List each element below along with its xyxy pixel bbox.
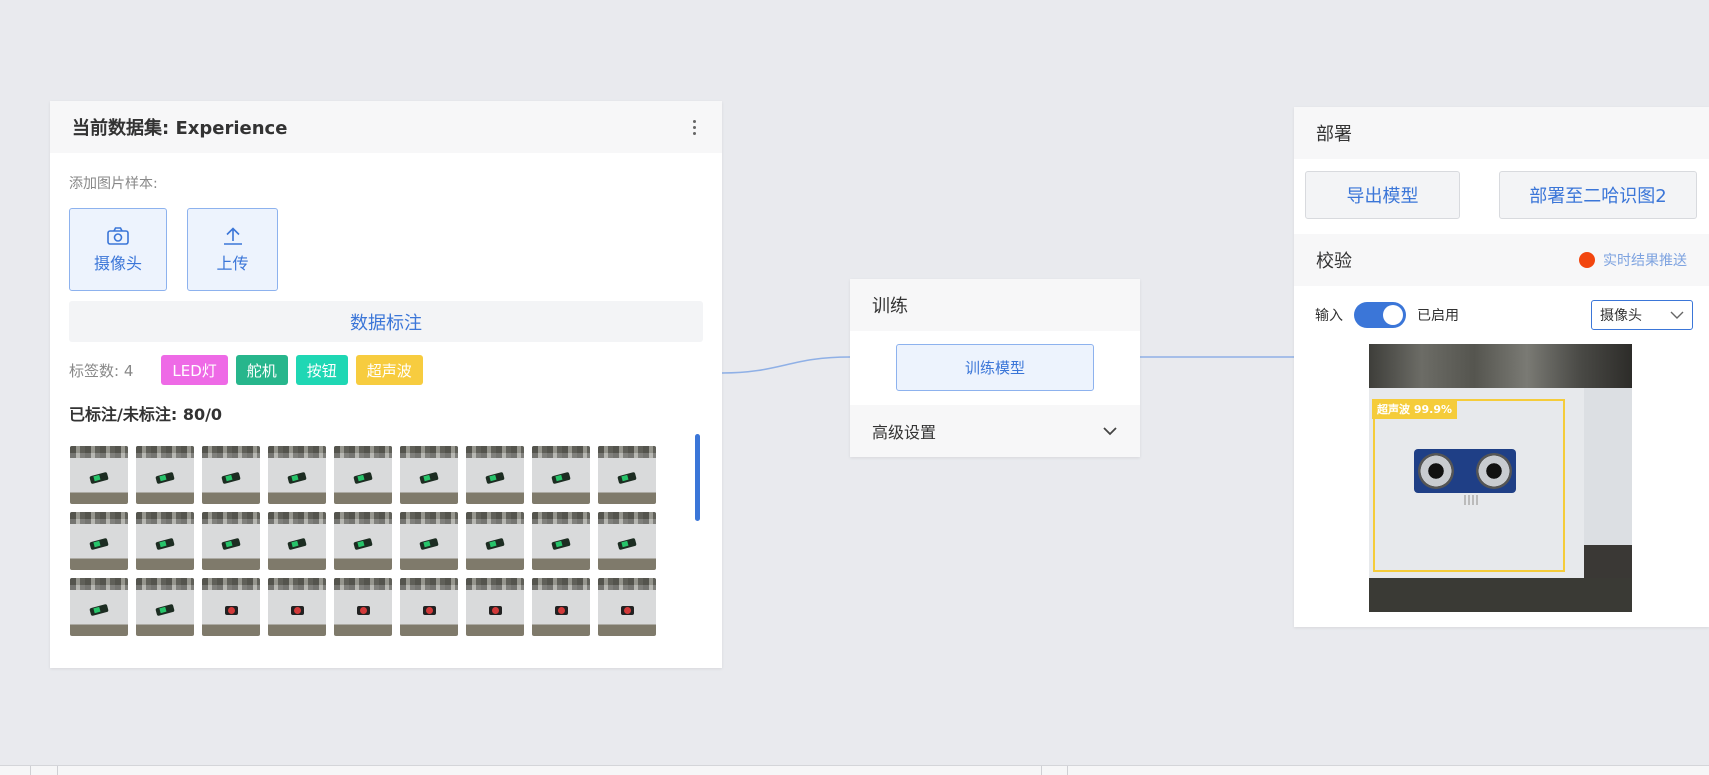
tag-servo[interactable]: 舵机 — [235, 355, 288, 385]
sample-thumbnail[interactable] — [136, 446, 194, 504]
sample-thumbnail[interactable] — [202, 446, 260, 504]
export-model-button[interactable]: 导出模型 — [1305, 171, 1460, 219]
sample-thumbnail[interactable] — [268, 446, 326, 504]
add-samples-label: 添加图片样本: — [69, 176, 158, 192]
sample-thumbnail[interactable] — [334, 446, 392, 504]
enabled-label: 已启用 — [1417, 308, 1459, 324]
sample-thumbnail[interactable] — [532, 446, 590, 504]
dataset-panel: 当前数据集: Experience 添加图片样本: 摄像头 上传 数据标注 标签… — [50, 101, 722, 668]
deploy-header: 部署 — [1294, 107, 1709, 159]
sample-thumbnail[interactable] — [466, 446, 524, 504]
input-enable-toggle[interactable] — [1354, 302, 1406, 328]
input-row: 输入 已启用 摄像头 — [1315, 300, 1693, 330]
sample-thumbnail[interactable] — [532, 512, 590, 570]
verify-title: 校验 — [1316, 251, 1352, 272]
dataset-title: 当前数据集: Experience — [72, 118, 288, 139]
sample-thumbnail[interactable] — [400, 512, 458, 570]
camera-icon — [107, 226, 129, 245]
sample-thumbnail[interactable] — [136, 512, 194, 570]
sample-thumbnail[interactable] — [466, 512, 524, 570]
input-source-value: 摄像头 — [1600, 308, 1642, 324]
camera-button-label: 摄像头 — [93, 253, 142, 273]
sample-thumbnail[interactable] — [136, 578, 194, 636]
deploy-to-device-button[interactable]: 部署至二哈识图2 — [1499, 171, 1697, 219]
sample-thumbnail[interactable] — [334, 578, 392, 636]
training-panel: 训练 训练模型 高级设置 — [850, 279, 1140, 457]
status-dot-icon — [1579, 252, 1595, 268]
camera-preview: 超声波 99.9% — [1369, 344, 1632, 612]
realtime-push-toggle[interactable]: 实时结果推送 — [1579, 250, 1687, 270]
upload-button[interactable]: 上传 — [187, 208, 278, 291]
tag-led[interactable]: LED灯 — [161, 355, 228, 385]
sample-thumbnail[interactable] — [202, 578, 260, 636]
train-model-button[interactable]: 训练模型 — [896, 344, 1094, 391]
detection-label: 超声波 99.9% — [1372, 399, 1457, 419]
tag-ultrasonic[interactable]: 超声波 — [355, 355, 423, 385]
upload-icon — [223, 226, 242, 245]
sample-thumbnail[interactable] — [598, 578, 656, 636]
sample-thumbnail[interactable] — [532, 578, 590, 636]
more-options-icon[interactable] — [689, 116, 700, 139]
advanced-settings-toggle[interactable]: 高级设置 — [850, 405, 1140, 457]
input-source-select[interactable]: 摄像头 — [1591, 300, 1693, 330]
bottom-status-bar — [0, 765, 1709, 775]
training-title: 训练 — [872, 296, 908, 317]
sample-thumbnail[interactable] — [268, 512, 326, 570]
sample-thumbnail[interactable] — [466, 578, 524, 636]
chevron-down-icon — [1670, 311, 1684, 319]
camera-button[interactable]: 摄像头 — [69, 208, 167, 291]
data-annotation-button[interactable]: 数据标注 — [69, 301, 703, 342]
sample-thumbnail[interactable] — [598, 446, 656, 504]
sample-thumbnail[interactable] — [400, 578, 458, 636]
verify-header: 校验 实时结果推送 — [1294, 234, 1709, 286]
sample-thumbnail[interactable] — [268, 578, 326, 636]
deploy-panel: 部署 导出模型 部署至二哈识图2 校验 实时结果推送 输入 已启用 摄像头 超声… — [1294, 107, 1709, 627]
sample-thumbnail[interactable] — [70, 446, 128, 504]
detection-box — [1373, 399, 1565, 572]
sample-thumbnail[interactable] — [70, 512, 128, 570]
tags-row: 标签数: 4 LED灯 舵机 按钮 超声波 — [69, 355, 423, 385]
sample-thumbnail-grid — [70, 446, 656, 636]
tag-count: 标签数: 4 — [69, 361, 134, 380]
tag-button[interactable]: 按钮 — [295, 355, 348, 385]
deploy-title: 部署 — [1316, 124, 1352, 145]
thumbnail-scrollbar[interactable] — [695, 434, 700, 521]
labeled-status: 已标注/未标注: 80/0 — [69, 405, 223, 424]
advanced-settings-label: 高级设置 — [872, 423, 937, 442]
input-label: 输入 — [1315, 308, 1343, 324]
realtime-push-label: 实时结果推送 — [1603, 253, 1687, 269]
upload-button-label: 上传 — [216, 253, 249, 273]
sample-thumbnail[interactable] — [598, 512, 656, 570]
chevron-down-icon — [1103, 427, 1117, 436]
sample-thumbnail[interactable] — [334, 512, 392, 570]
sample-thumbnail[interactable] — [70, 578, 128, 636]
dataset-header: 当前数据集: Experience — [50, 101, 722, 153]
training-header: 训练 — [850, 279, 1140, 331]
sample-thumbnail[interactable] — [400, 446, 458, 504]
sample-thumbnail[interactable] — [202, 512, 260, 570]
